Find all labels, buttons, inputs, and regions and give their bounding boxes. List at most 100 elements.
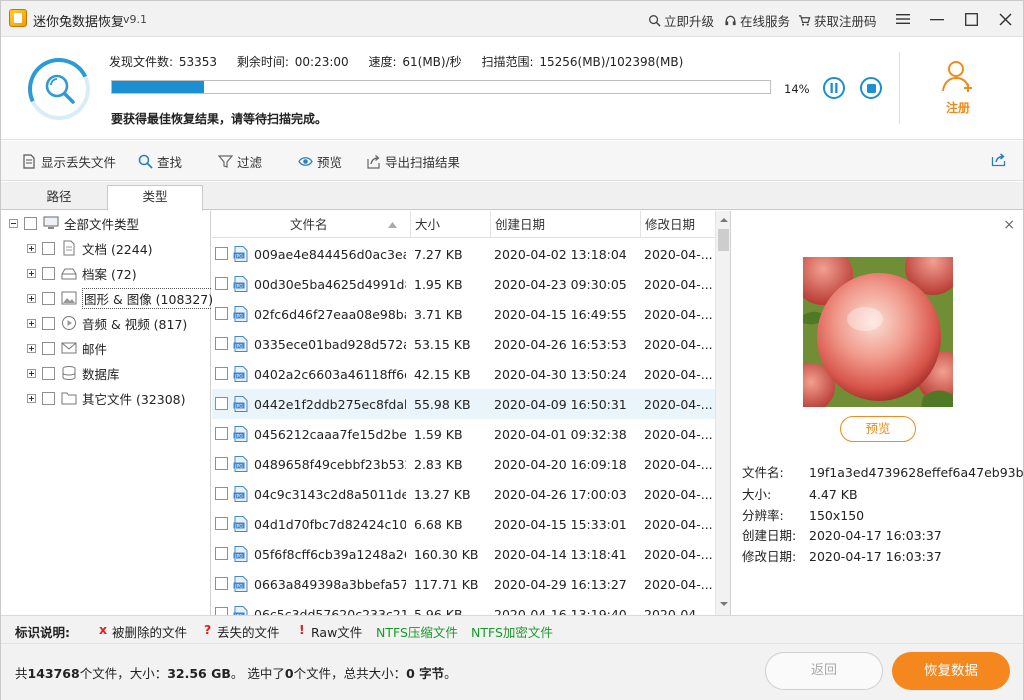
status-text: 共 (15, 666, 28, 681)
expand-icon[interactable] (27, 318, 36, 328)
tab-path[interactable]: 路径 (11, 186, 107, 211)
scan-panel: 发现文件数: 53353 剩余时间: 00:23:00 速度: 61(MB)/秒… (1, 38, 1023, 140)
show-lost-files-button[interactable]: 显示丢失文件 (22, 152, 116, 171)
expand-icon[interactable] (27, 243, 36, 253)
column-header-size[interactable]: 大小 (411, 211, 491, 238)
find-button[interactable]: 查找 (138, 152, 182, 171)
app-logo-icon (9, 9, 27, 27)
register-button[interactable]: 注册 (927, 58, 989, 124)
vertical-scrollbar[interactable] (715, 211, 731, 615)
file-name: 00d30e5ba4625d4991d8... (254, 277, 406, 292)
file-checkbox[interactable] (215, 487, 228, 500)
get-code-label: 获取注册码 (814, 14, 877, 29)
tree-item-all-types[interactable]: 全部文件类型 (9, 213, 139, 233)
close-button[interactable] (993, 7, 1017, 31)
scroll-up-icon[interactable] (716, 213, 731, 227)
file-created: 2020-04-26 16:53:53 (494, 337, 627, 352)
file-row[interactable]: JPG 02fc6d46f27eaa08e98ba... 3.71 KB 2020-0… (212, 299, 715, 329)
pause-button[interactable] (823, 77, 845, 99)
expand-icon[interactable] (27, 268, 36, 278)
filter-button[interactable]: 过滤 (218, 152, 262, 171)
preview-modified-label: 修改日期: (742, 549, 797, 564)
file-checkbox[interactable] (215, 517, 228, 530)
tree-checkbox[interactable] (42, 266, 55, 280)
column-header-modified[interactable]: 修改日期 (641, 211, 715, 238)
file-row[interactable]: JPG 06c5c3dd57620c233c21... 5.96 KB 2020-04… (212, 599, 715, 615)
user-add-icon (942, 61, 972, 92)
file-row[interactable]: JPG 0402a2c6603a46118ff6d... 42.15 KB 2020-… (212, 359, 715, 389)
menu-button[interactable] (891, 7, 915, 31)
file-modified: 2020-04-... (644, 457, 713, 472)
tree-checkbox[interactable] (42, 391, 55, 405)
mail-icon (61, 342, 77, 354)
tree-item[interactable]: 档案 (72) (27, 263, 137, 283)
expand-icon[interactable] (27, 343, 36, 353)
scroll-down-icon[interactable] (716, 597, 731, 611)
tree-checkbox[interactable] (24, 216, 37, 230)
file-checkbox[interactable] (215, 427, 228, 440)
file-checkbox[interactable] (215, 547, 228, 560)
file-checkbox[interactable] (215, 577, 228, 590)
document-icon (63, 240, 75, 256)
file-row[interactable]: JPG 0335ece01bad928d572a... 53.15 KB 2020-0… (212, 329, 715, 359)
tree-item[interactable]: 数据库 (27, 363, 120, 383)
scan-tip: 要获得最佳恢复结果，请等待扫描完成。 (111, 112, 328, 126)
file-row[interactable]: JPG 0442e1f2ddb275ec8fdab... 55.98 KB 2020-… (212, 389, 715, 419)
tree-checkbox[interactable] (42, 291, 55, 305)
expand-icon[interactable] (27, 368, 36, 378)
tree-item[interactable]: 图形 & 图像 (108327) (27, 287, 216, 309)
stop-button[interactable] (860, 77, 882, 99)
file-checkbox[interactable] (215, 307, 228, 320)
share-button[interactable] (991, 152, 1006, 167)
preview-toolbar-button[interactable]: 预览 (298, 152, 342, 171)
maximize-button[interactable] (959, 7, 983, 31)
file-row[interactable]: JPG 0663a849398a3bbefa57... 117.71 KB 2020-… (212, 569, 715, 599)
expand-icon[interactable] (27, 393, 36, 403)
preview-filename-row: 文件名: 19f1a3ed4739628effef6a47eb93b2f8 (742, 462, 1024, 481)
file-checkbox[interactable] (215, 607, 228, 615)
svg-text:JPG: JPG (234, 494, 243, 500)
file-checkbox[interactable] (215, 277, 228, 290)
get-code-link[interactable]: 获取注册码 (798, 11, 877, 30)
file-row[interactable]: JPG 00d30e5ba4625d4991d8... 1.95 KB 2020-04… (212, 269, 715, 299)
export-results-button[interactable]: 导出扫描结果 (366, 152, 460, 171)
column-header-name[interactable]: 文件名 (212, 211, 411, 238)
preview-button[interactable]: 预览 (840, 416, 916, 442)
column-header-created[interactable]: 创建日期 (491, 211, 641, 238)
tree-checkbox[interactable] (42, 341, 55, 355)
tree-checkbox[interactable] (42, 366, 55, 380)
column-size-label: 大小 (415, 217, 441, 232)
tree-checkbox[interactable] (42, 241, 55, 255)
file-row[interactable]: JPG 04d1d70fbc7d82424c10... 6.68 KB 2020-04… (212, 509, 715, 539)
recover-button[interactable]: 恢复数据 (892, 652, 1010, 690)
online-service-link[interactable]: 在线服务 (724, 11, 790, 30)
file-row[interactable]: JPG 009ae4e844456d0ac3ea... 7.27 KB 2020-04… (212, 239, 715, 269)
file-row[interactable]: JPG 0456212caaa7fe15d2be... 1.59 KB 2020-04… (212, 419, 715, 449)
minimize-button[interactable] (925, 7, 949, 31)
file-row[interactable]: JPG 0489658f49cebbf23b532... 2.83 KB 2020-0… (212, 449, 715, 479)
tree-item[interactable]: 音频 & 视频 (817) (27, 313, 187, 333)
file-name: 0489658f49cebbf23b532... (254, 457, 406, 472)
file-row[interactable]: JPG 05f6f8cff6cb39a1248a26... 160.30 KB 202… (212, 539, 715, 569)
upgrade-link[interactable]: 立即升级 (648, 11, 714, 30)
tree-checkbox[interactable] (42, 316, 55, 330)
file-row[interactable]: JPG 04c9c3143c2d8a5011de... 13.27 KB 2020-0… (212, 479, 715, 509)
tree-item[interactable]: 邮件 (27, 338, 107, 358)
legend-deleted: 被删除的文件 (112, 625, 188, 640)
file-modified: 2020-04-... (644, 247, 713, 262)
tree-item[interactable]: 文档 (2244) (27, 238, 153, 258)
back-button[interactable]: 返回 (765, 652, 883, 690)
file-name: 009ae4e844456d0ac3ea... (254, 247, 406, 262)
close-preview-icon[interactable]: × (1003, 217, 1015, 233)
title-bar: 迷你兔数据恢复 v9.1 立即升级 在线服务 获取注册码 (1, 1, 1023, 37)
expand-icon[interactable] (27, 293, 36, 303)
tree-item[interactable]: 其它文件 (32308) (27, 388, 186, 408)
tab-type[interactable]: 类型 (107, 185, 203, 211)
file-checkbox[interactable] (215, 457, 228, 470)
file-checkbox[interactable] (215, 247, 228, 260)
file-checkbox[interactable] (215, 397, 228, 410)
file-checkbox[interactable] (215, 367, 228, 380)
file-checkbox[interactable] (215, 337, 228, 350)
collapse-icon[interactable] (9, 218, 18, 228)
scrollbar-thumb[interactable] (718, 229, 729, 251)
